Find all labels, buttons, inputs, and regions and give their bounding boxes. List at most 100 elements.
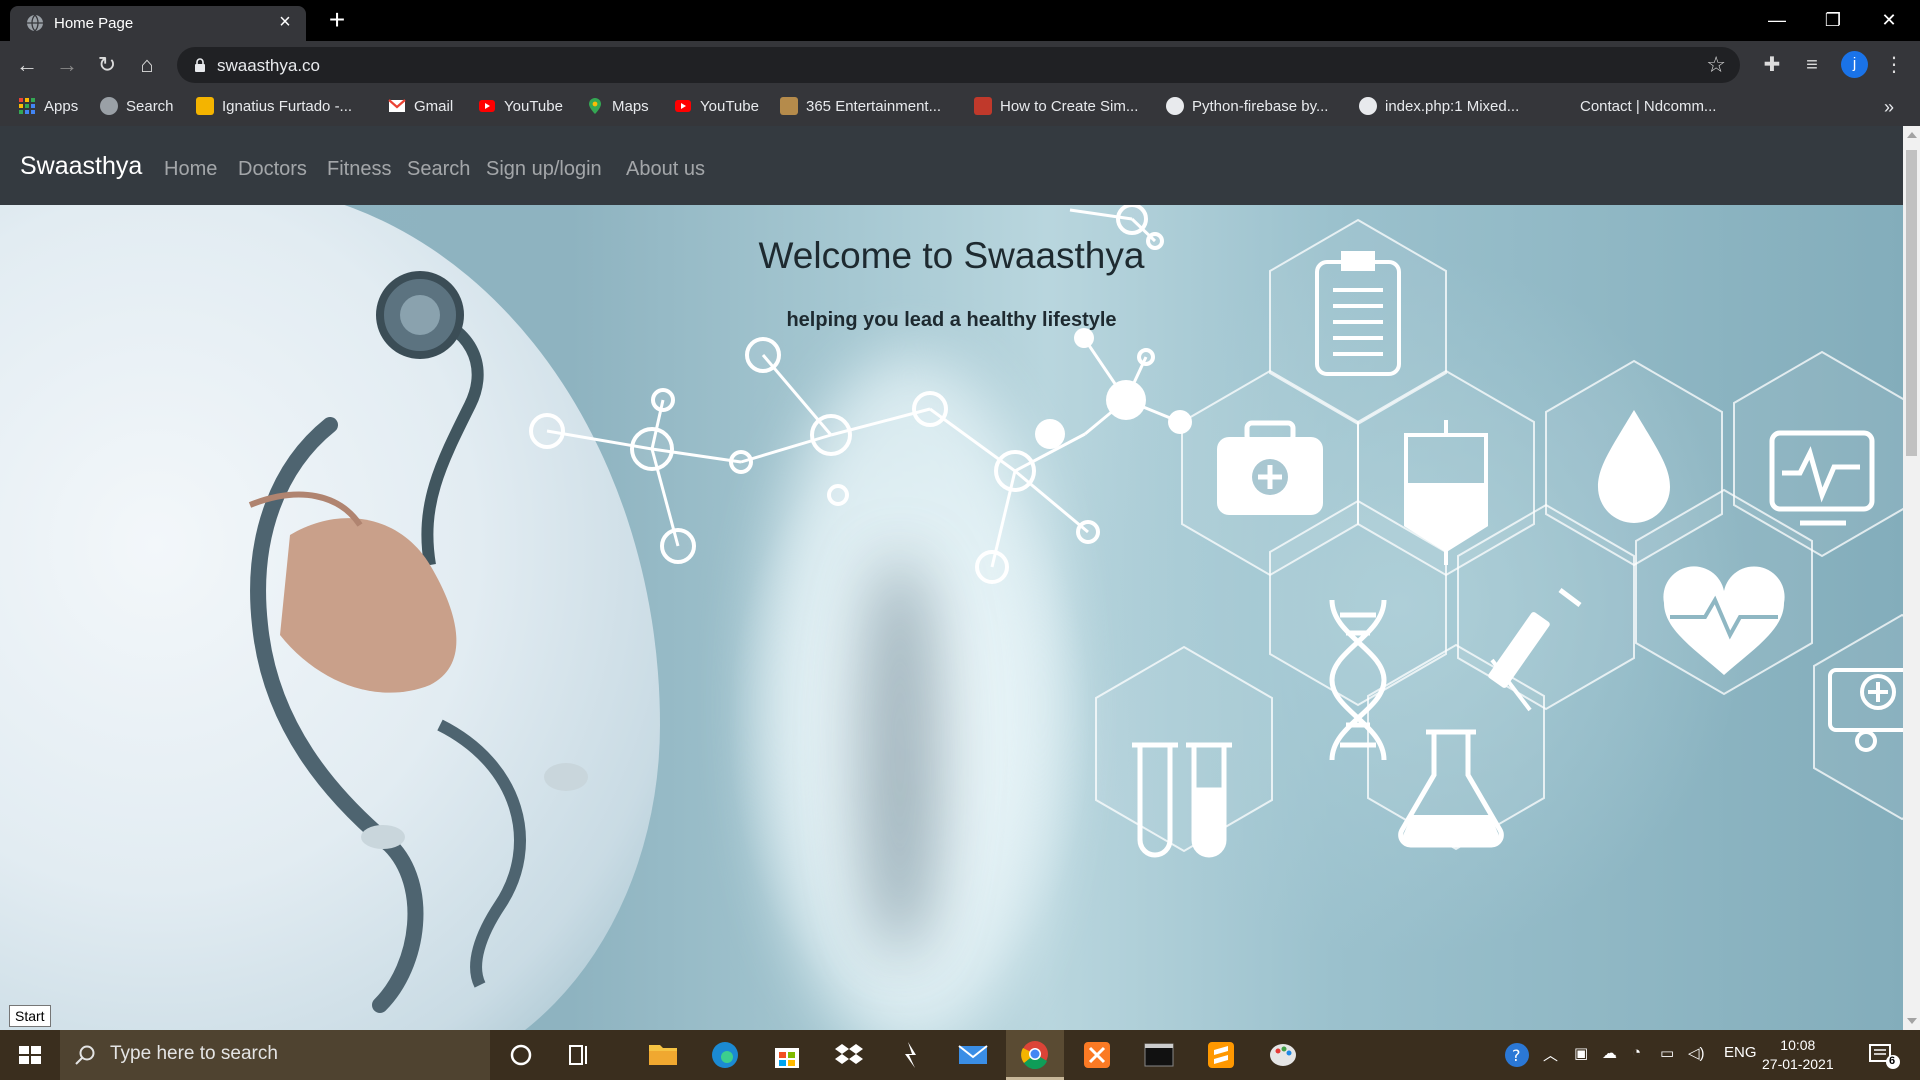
scrollbar-thumb[interactable] xyxy=(1906,150,1917,456)
meet-now-icon[interactable]: ▣ xyxy=(1574,1044,1588,1062)
bookmark-apps[interactable]: Apps xyxy=(18,97,78,115)
bookmark-label: Gmail xyxy=(414,97,454,115)
home-icon[interactable]: ⌂ xyxy=(132,50,162,80)
bookmark-label: YouTube xyxy=(700,97,759,115)
scroll-up-icon[interactable] xyxy=(1907,132,1917,138)
bookmark-gmail[interactable]: Gmail xyxy=(388,97,453,115)
nav-search[interactable]: Search xyxy=(407,158,470,181)
nav-about-us[interactable]: About us xyxy=(626,158,705,181)
minimize-window-button[interactable]: — xyxy=(1754,6,1800,36)
bookmark-how-to-create[interactable]: How to Create Sim... xyxy=(974,97,1138,115)
nav-fitness[interactable]: Fitness xyxy=(327,158,391,181)
browser-tab-strip: Home Page × + — ❐ ✕ xyxy=(0,0,1920,41)
bookmark-label: 365 Entertainment... xyxy=(806,97,942,115)
cortana-icon[interactable] xyxy=(492,1030,550,1080)
web-page: Swaasthya Home Doctors Fitness Search Si… xyxy=(0,126,1903,1030)
paint-icon[interactable] xyxy=(1254,1030,1312,1080)
action-center-icon[interactable] xyxy=(1868,1042,1902,1070)
sublime-text-icon[interactable] xyxy=(1192,1030,1250,1080)
task-view-icon[interactable] xyxy=(550,1030,608,1080)
maps-icon xyxy=(589,98,601,114)
page-scrollbar[interactable] xyxy=(1903,126,1920,1030)
bookmarks-overflow-icon[interactable]: » xyxy=(1884,97,1894,118)
bookmark-python-firebase[interactable]: Python-firebase by... xyxy=(1166,97,1328,115)
browser-toolbar: ← → ↻ ⌂ swaasthya.co ☆ ✚ ≡ j ⋮ xyxy=(0,41,1920,88)
show-hidden-icons-icon[interactable]: ︿ xyxy=(1543,1044,1558,1065)
tab-title: Home Page xyxy=(54,15,134,32)
chrome-icon xyxy=(1021,1041,1048,1070)
taskbar-search-box[interactable]: Type here to search xyxy=(60,1030,490,1080)
windows-taskbar: Type here to search ? ︿ ▣ ☁ ◔ ▭ ◁) ENG 1… xyxy=(0,1030,1920,1080)
xampp-icon[interactable] xyxy=(1068,1030,1126,1080)
media-queue-icon[interactable]: ≡ xyxy=(1798,51,1826,79)
restore-window-button[interactable]: ❐ xyxy=(1810,6,1856,36)
wifi-icon[interactable]: ◔ xyxy=(1632,1044,1641,1061)
close-tab-icon[interactable]: × xyxy=(274,11,296,33)
mail-icon[interactable] xyxy=(944,1030,1002,1080)
site-navbar: Swaasthya Home Doctors Fitness Search Si… xyxy=(0,126,1903,205)
bookmark-ignatius[interactable]: Ignatius Furtado -... xyxy=(196,97,352,115)
365-icon xyxy=(780,97,798,115)
forward-arrow-icon[interactable]: → xyxy=(52,50,82,80)
new-tab-button[interactable]: + xyxy=(322,6,352,36)
apps-grid-icon xyxy=(19,98,35,114)
globe-icon xyxy=(1359,97,1377,115)
clock-date: 27-01-2021 xyxy=(1762,1056,1834,1072)
onedrive-icon[interactable]: ☁ xyxy=(1602,1044,1617,1062)
clock-time: 10:08 xyxy=(1780,1037,1816,1053)
chrome-menu-icon[interactable]: ⋮ xyxy=(1880,51,1908,79)
nav-doctors[interactable]: Doctors xyxy=(238,158,307,181)
notification-count-badge: 6 xyxy=(1889,1055,1896,1067)
back-arrow-icon[interactable]: ← xyxy=(12,50,42,80)
chrome-taskbar-button[interactable] xyxy=(1006,1030,1064,1080)
bookmark-star-icon[interactable]: ☆ xyxy=(1706,52,1726,78)
bookmark-search[interactable]: Search xyxy=(100,97,174,115)
bookmark-maps[interactable]: Maps xyxy=(586,97,649,115)
hero-subtitle: helping you lead a healthy lifestyle xyxy=(786,309,1117,331)
nav-signup-login[interactable]: Sign up/login xyxy=(486,158,602,181)
bookmark-youtube-2[interactable]: YouTube xyxy=(674,97,759,115)
hero-title: Welcome to Swaasthya xyxy=(758,235,1145,276)
battery-icon[interactable]: ▭ xyxy=(1660,1044,1674,1062)
extensions-puzzle-icon[interactable]: ✚ xyxy=(1758,51,1786,79)
edge-browser-icon[interactable] xyxy=(696,1030,754,1080)
bookmark-365[interactable]: 365 Entertainment... xyxy=(780,97,941,115)
browser-tab-home-page[interactable]: Home Page × xyxy=(10,6,306,41)
bookmark-contact[interactable]: Contact | Ndcomm... xyxy=(1554,97,1716,115)
url-text: swaasthya.co xyxy=(217,56,320,75)
blank-icon xyxy=(1554,97,1572,115)
youtube-icon xyxy=(675,100,691,112)
bookmark-label: Contact | Ndcomm... xyxy=(1580,97,1717,115)
lock-icon xyxy=(195,58,205,72)
molecule-solid-nodes xyxy=(1035,328,1192,449)
bookmark-label: Search xyxy=(126,97,174,115)
bookmark-label: Ignatius Furtado -... xyxy=(222,97,353,115)
bookmark-youtube[interactable]: YouTube xyxy=(478,97,563,115)
microsoft-store-icon[interactable] xyxy=(758,1030,816,1080)
language-indicator[interactable]: ENG xyxy=(1724,1044,1757,1061)
taskbar-search-placeholder: Type here to search xyxy=(110,1043,278,1064)
bookmark-index-php[interactable]: index.php:1 Mixed... xyxy=(1359,97,1519,115)
bookmark-label: Apps xyxy=(44,97,79,115)
svg-text:?: ? xyxy=(1512,1046,1521,1065)
address-bar[interactable]: swaasthya.co ☆ xyxy=(177,47,1740,83)
dropbox-icon[interactable] xyxy=(820,1030,878,1080)
globe-favicon-icon xyxy=(27,14,43,32)
site-brand[interactable]: Swaasthya xyxy=(20,152,142,181)
nav-home[interactable]: Home xyxy=(164,158,217,181)
search-icon xyxy=(75,1045,95,1065)
file-explorer-icon[interactable] xyxy=(634,1030,692,1080)
reload-icon[interactable]: ↻ xyxy=(92,50,122,80)
bookmark-red-icon xyxy=(974,97,992,115)
bookmark-label: Maps xyxy=(612,97,649,115)
help-icon[interactable]: ? xyxy=(1504,1042,1530,1068)
scroll-down-icon[interactable] xyxy=(1907,1018,1917,1024)
volume-icon[interactable]: ◁) xyxy=(1688,1044,1705,1062)
bookmark-label: Python-firebase by... xyxy=(1192,97,1329,115)
windows-start-icon[interactable] xyxy=(0,1030,60,1080)
terminal-icon[interactable] xyxy=(1130,1030,1188,1080)
profile-avatar[interactable]: j xyxy=(1841,51,1868,78)
system-clock[interactable]: 10:08 27-01-2021 xyxy=(1762,1036,1834,1074)
close-window-button[interactable]: ✕ xyxy=(1866,6,1912,36)
bolt-app-icon[interactable] xyxy=(882,1030,940,1080)
